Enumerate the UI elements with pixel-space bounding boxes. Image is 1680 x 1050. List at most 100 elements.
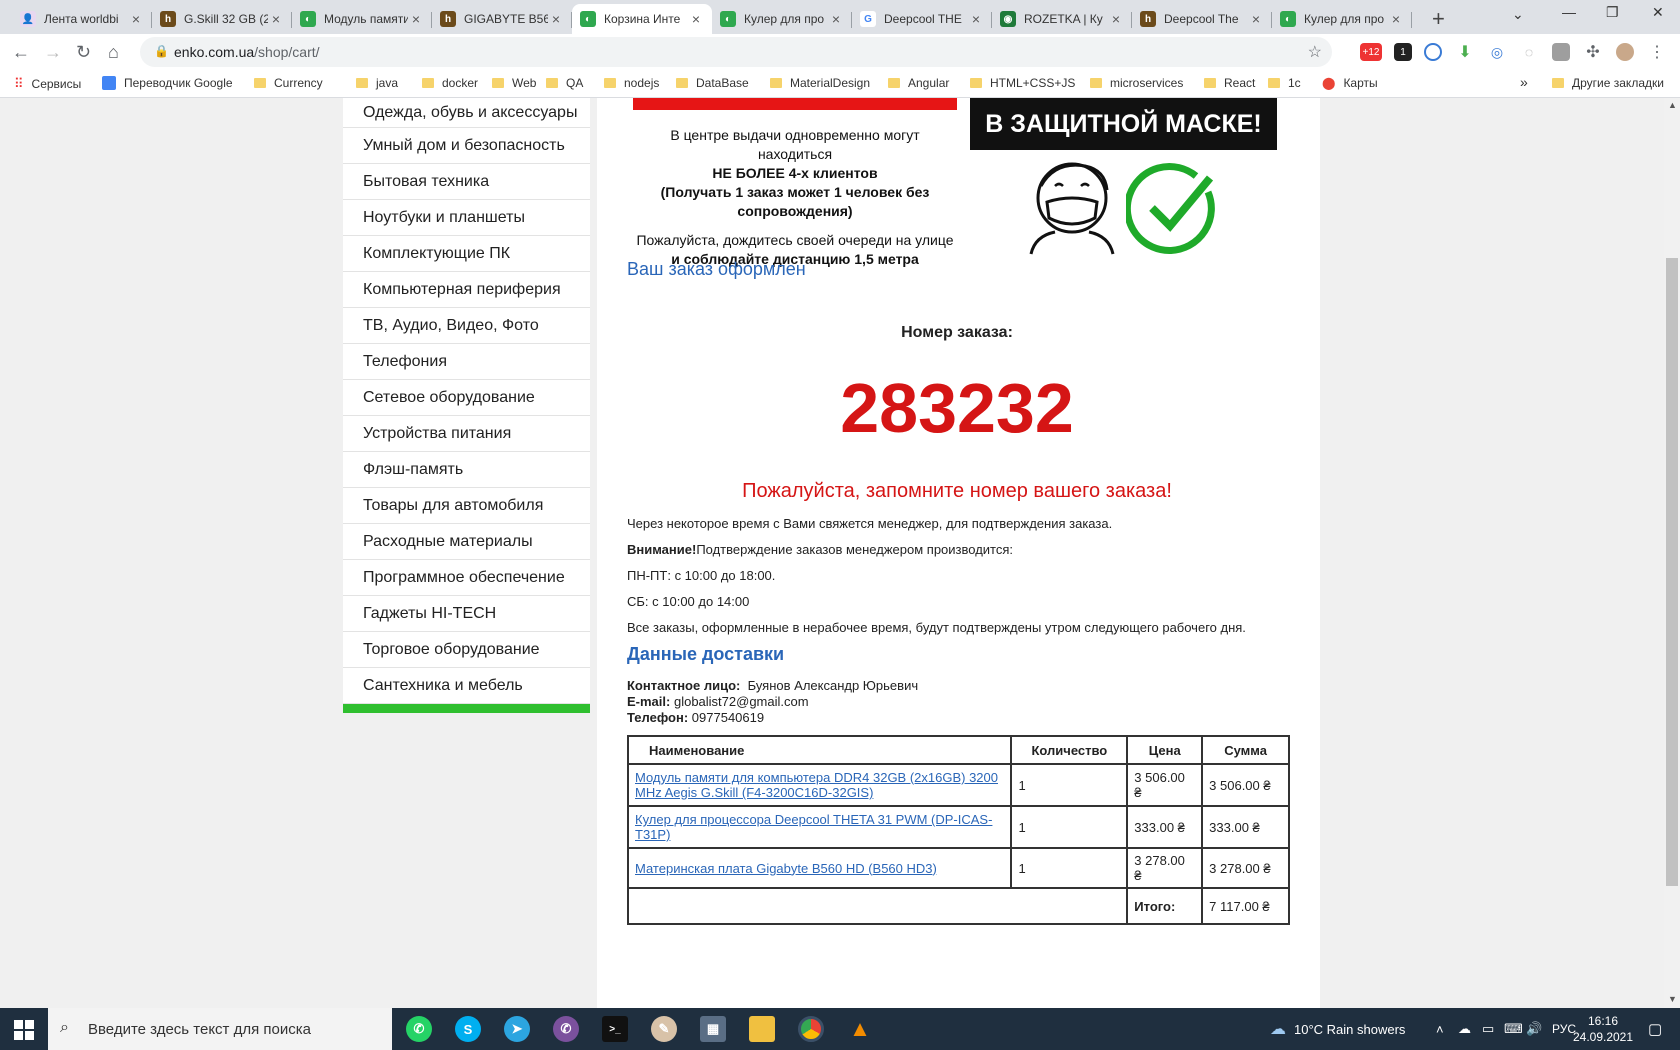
sidebar-category-item[interactable]: Компьютерная периферия	[343, 272, 590, 308]
tab-close-icon[interactable]: ×	[688, 11, 704, 27]
extensions-puzzle-icon[interactable]: ✣	[1584, 43, 1602, 61]
sidebar-category-item[interactable]: Товары для автомобиля	[343, 488, 590, 524]
bookmark-other[interactable]: Другие закладки	[1552, 76, 1664, 90]
bookmark-item[interactable]: java	[356, 76, 398, 90]
telegram-icon[interactable]: ➤	[504, 1016, 530, 1042]
tab-close-icon[interactable]: ×	[1388, 11, 1404, 27]
tab-3[interactable]: h GIGABYTE B56 ×	[432, 4, 572, 34]
tab-close-icon[interactable]: ×	[1248, 11, 1264, 27]
back-icon[interactable]: ←	[12, 42, 30, 63]
sidebar-category-item[interactable]: Устройства питания	[343, 416, 590, 452]
bookmark-item[interactable]: Currency	[254, 76, 323, 90]
weather-widget[interactable]: ☁ 10°C Rain showers	[1270, 1008, 1405, 1050]
sidebar-category-item[interactable]: Ноутбуки и планшеты	[343, 200, 590, 236]
onedrive-icon[interactable]: ☁	[1458, 1008, 1471, 1050]
whatsapp-icon[interactable]: ✆	[406, 1016, 432, 1042]
taskbar-search[interactable]: ⌕ Введите здесь текст для поиска	[48, 1008, 392, 1050]
extension-download-icon[interactable]: ⬇	[1456, 43, 1474, 61]
reload-icon[interactable]: ↻	[76, 42, 91, 63]
bookmark-star-icon[interactable]: ☆	[1308, 42, 1322, 62]
notifications-icon[interactable]: ▢	[1648, 1008, 1662, 1050]
product-link[interactable]: Модуль памяти для компьютера DDR4 32GB (…	[635, 770, 998, 800]
tab-9[interactable]: ◐ Кулер для про ×	[1272, 4, 1412, 34]
bookmark-item[interactable]: DataBase	[676, 76, 749, 90]
extension-compass-icon[interactable]: ◎	[1488, 43, 1506, 61]
bookmarks-more[interactable]: »	[1520, 74, 1528, 90]
scroll-up-icon[interactable]: ▲	[1668, 100, 1677, 110]
tab-search-icon[interactable]: ⌄	[1512, 6, 1524, 23]
calculator-icon[interactable]: ▦	[700, 1016, 726, 1042]
bookmark-item[interactable]: QA	[546, 76, 583, 90]
keyboard-icon[interactable]: ⌨	[1504, 1008, 1523, 1050]
tab-7[interactable]: ◉ ROZETKA | Ку ×	[992, 4, 1132, 34]
scroll-down-icon[interactable]: ▼	[1668, 994, 1677, 1004]
sidebar-category-item[interactable]: ТВ, Аудио, Видео, Фото	[343, 308, 590, 344]
clock[interactable]: 16:16 24.09.2021	[1566, 1008, 1640, 1050]
scrollbar-thumb[interactable]	[1666, 258, 1678, 886]
forward-icon[interactable]: →	[44, 42, 62, 63]
sidebar-category-item[interactable]: Торговое оборудование	[343, 632, 590, 668]
extension-doc-icon[interactable]	[1552, 43, 1570, 61]
file-explorer-icon[interactable]	[749, 1016, 775, 1042]
product-link[interactable]: Материнская плата Gigabyte B560 HD (B560…	[635, 861, 937, 876]
minimize-button[interactable]: —	[1562, 4, 1576, 20]
tab-8[interactable]: h Deepcool The ×	[1132, 4, 1272, 34]
tab-close-icon[interactable]: ×	[408, 11, 424, 27]
sidebar-category-item[interactable]: Расходные материалы	[343, 524, 590, 560]
bookmark-item[interactable]: Переводчик Google	[102, 76, 233, 90]
extension-gray-icon[interactable]: ◌	[1520, 43, 1538, 61]
profile-avatar[interactable]	[1616, 43, 1634, 61]
network-icon[interactable]: ▭	[1482, 1008, 1494, 1050]
terminal-icon[interactable]: >_	[602, 1016, 628, 1042]
restore-button[interactable]: ❐	[1606, 4, 1619, 21]
chrome-icon[interactable]	[798, 1016, 824, 1042]
tab-0[interactable]: 👤 Лента worldbi ×	[12, 4, 152, 34]
close-window-button[interactable]: ✕	[1652, 4, 1664, 21]
sidebar-category-item[interactable]: Флэш-память	[343, 452, 590, 488]
bookmark-item[interactable]: 1c	[1268, 76, 1301, 90]
sidebar-category-item[interactable]: Программное обеспечение	[343, 560, 590, 596]
bookmark-item[interactable]: Web	[492, 76, 536, 90]
viber-icon[interactable]: ✆	[553, 1016, 579, 1042]
tab-2[interactable]: ◐ Модуль памяти ×	[292, 4, 432, 34]
vlc-icon[interactable]: ▲	[847, 1016, 873, 1042]
tab-close-icon[interactable]: ×	[268, 11, 284, 27]
address-bar[interactable]: 🔒 enko.com.ua/shop/cart/ ☆	[140, 37, 1332, 67]
bookmark-apps[interactable]: ⠿ Сервисы	[14, 76, 81, 92]
home-icon[interactable]: ⌂	[108, 42, 119, 63]
tab-close-icon[interactable]: ×	[828, 11, 844, 27]
bookmark-item[interactable]: HTML+CSS+JS	[970, 76, 1075, 90]
sidebar-category-item[interactable]: Гаджеты HI-TECH	[343, 596, 590, 632]
skype-icon[interactable]: S	[455, 1016, 481, 1042]
tab-close-icon[interactable]: ×	[128, 11, 144, 27]
tab-6[interactable]: G Deepcool THE ×	[852, 4, 992, 34]
extension-badge-icon[interactable]: +12	[1360, 43, 1382, 61]
tab-close-icon[interactable]: ×	[1108, 11, 1124, 27]
tab-1[interactable]: h G.Skill 32 GB (2 ×	[152, 4, 292, 34]
sidebar-category-item[interactable]: Комплектующие ПК	[343, 236, 590, 272]
sidebar-category-item[interactable]: Сантехника и мебель	[343, 668, 590, 704]
bookmark-item[interactable]: docker	[422, 76, 478, 90]
bookmark-item[interactable]: React	[1204, 76, 1255, 90]
bookmark-item[interactable]: ⬤ Карты	[1322, 76, 1378, 90]
bookmark-item[interactable]: MaterialDesign	[770, 76, 870, 90]
new-tab-button[interactable]: +	[1432, 6, 1445, 32]
tab-5[interactable]: ◐ Кулер для про ×	[712, 4, 852, 34]
tab-4[interactable]: ◐ Корзина Инте ×	[572, 4, 712, 34]
extension-notify-icon[interactable]: 1	[1394, 43, 1412, 61]
page-scrollbar[interactable]: ▲ ▼	[1664, 98, 1680, 1008]
tab-close-icon[interactable]: ×	[968, 11, 984, 27]
tab-close-icon[interactable]: ×	[548, 11, 564, 27]
sidebar-category-item[interactable]: Сетевое оборудование	[343, 380, 590, 416]
sidebar-category-item[interactable]: Одежда, обувь и аксессуары	[343, 98, 590, 128]
menu-dots-icon[interactable]: ⋮	[1648, 43, 1666, 61]
url-text[interactable]: enko.com.ua/shop/cart/	[174, 44, 320, 60]
bookmark-item[interactable]: nodejs	[604, 76, 659, 90]
volume-icon[interactable]: 🔊	[1526, 1008, 1542, 1050]
sidebar-category-item[interactable]: Телефония	[343, 344, 590, 380]
bookmark-item[interactable]: microservices	[1090, 76, 1183, 90]
sidebar-category-item[interactable]: Бытовая техника	[343, 164, 590, 200]
paint-icon[interactable]: ✎	[651, 1016, 677, 1042]
product-link[interactable]: Кулер для процессора Deepcool THETA 31 P…	[635, 812, 992, 842]
bookmark-item[interactable]: Angular	[888, 76, 949, 90]
